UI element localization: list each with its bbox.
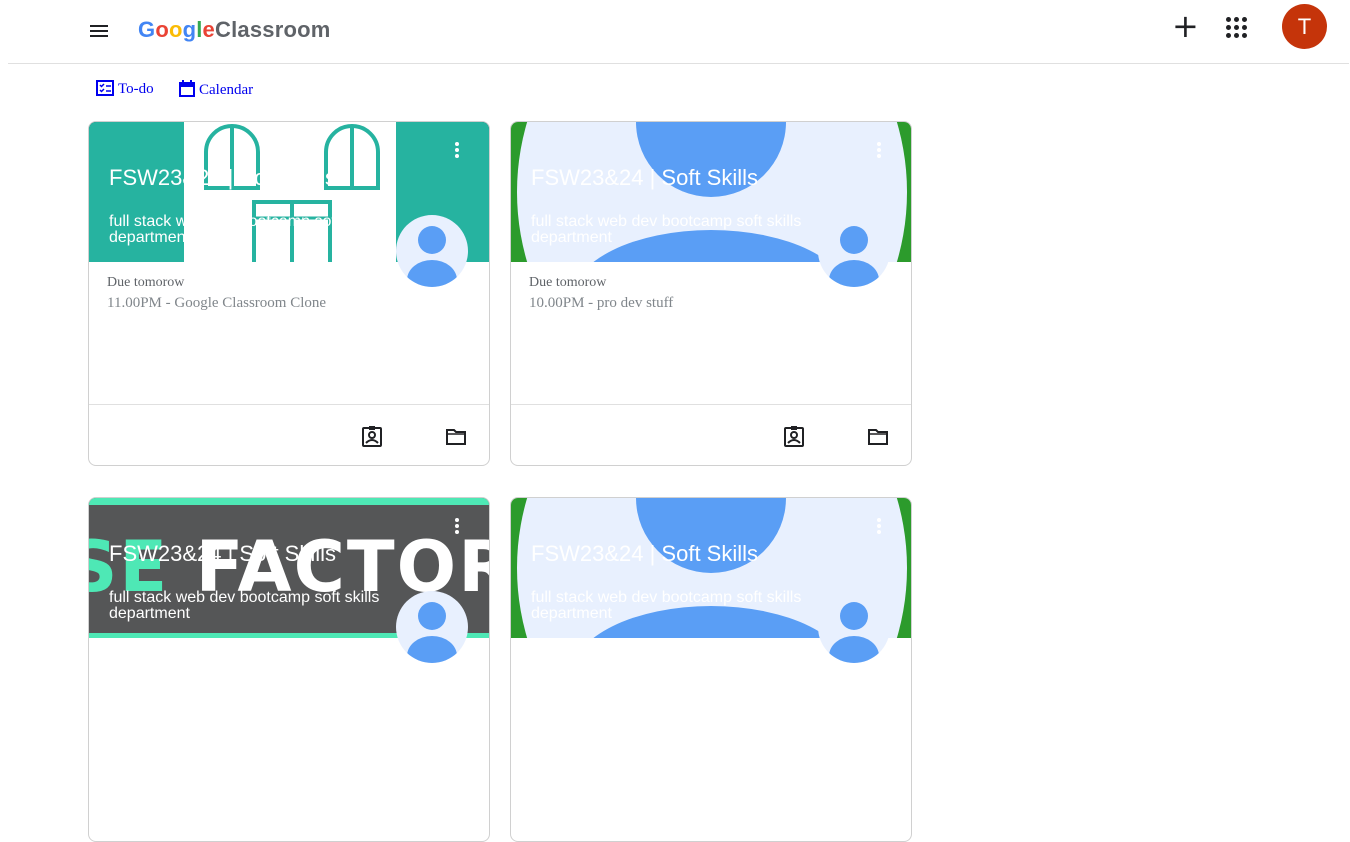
main-menu-icon[interactable] — [90, 22, 110, 40]
class-title[interactable]: FSW23&24 | Soft Skills — [531, 165, 758, 191]
add-class-plus-icon[interactable]: + — [1172, 10, 1199, 42]
calendar-icon — [179, 80, 195, 97]
class-subtitle: full stack web dev bootcamp soft skills … — [109, 213, 380, 246]
class-title[interactable]: FSW23&24 | Soft Skills — [531, 541, 758, 567]
todo-checklist-icon — [96, 80, 114, 96]
class-card: FSW23&24 | Soft Skills full stack web de… — [510, 121, 912, 466]
teacher-avatar — [818, 215, 890, 287]
class-title[interactable]: FSW23&24 | Soft Skills — [109, 541, 336, 567]
due-label: Due tomorow — [529, 275, 607, 290]
class-card: FSW23&24 | Soft Skills full stack web de… — [510, 497, 912, 842]
calendar-label: Calendar — [199, 82, 254, 98]
account-avatar[interactable]: T — [1282, 4, 1327, 49]
card-footer — [511, 404, 911, 465]
class-title[interactable]: FSW23&24 | Soft Skills — [109, 165, 336, 191]
teacher-avatar — [818, 591, 890, 663]
due-assignment-link[interactable]: 10.00PM - pro dev stuff — [529, 295, 673, 312]
top-app-bar: GoogleClassroom + T — [8, 0, 1349, 64]
class-subtitle: full stack web dev bootcamp soft skills … — [531, 589, 802, 622]
app-logo[interactable]: GoogleClassroom — [138, 17, 331, 43]
folder-icon[interactable] — [867, 425, 889, 447]
due-label: Due tomorow — [107, 275, 185, 290]
more-options-icon[interactable] — [871, 518, 887, 538]
assignment-ind-icon[interactable] — [361, 425, 383, 447]
google-apps-icon[interactable] — [1226, 17, 1248, 39]
todo-link[interactable]: To-do — [96, 80, 154, 98]
todo-label: To-do — [118, 81, 154, 97]
due-assignment-link[interactable]: 11.00PM - Google Classroom Clone — [107, 295, 326, 312]
more-options-icon[interactable] — [449, 142, 465, 162]
more-options-icon[interactable] — [871, 142, 887, 162]
class-subtitle: full stack web dev bootcamp soft skills … — [109, 589, 380, 622]
calendar-link[interactable]: Calendar — [179, 80, 253, 99]
teacher-avatar — [396, 215, 468, 287]
banner-stripe-top — [89, 498, 489, 505]
class-subtitle: full stack web dev bootcamp soft skills … — [531, 213, 802, 246]
class-card: SE FACTORY FSW23&24 | Soft Skills full s… — [88, 497, 490, 842]
card-footer — [89, 404, 489, 465]
folder-icon[interactable] — [445, 425, 467, 447]
teacher-avatar — [396, 591, 468, 663]
assignment-ind-icon[interactable] — [783, 425, 805, 447]
app-name: Classroom — [214, 17, 331, 42]
class-card: FSW23&24 | Soft Skills full stack web de… — [88, 121, 490, 466]
more-options-icon[interactable] — [449, 518, 465, 538]
